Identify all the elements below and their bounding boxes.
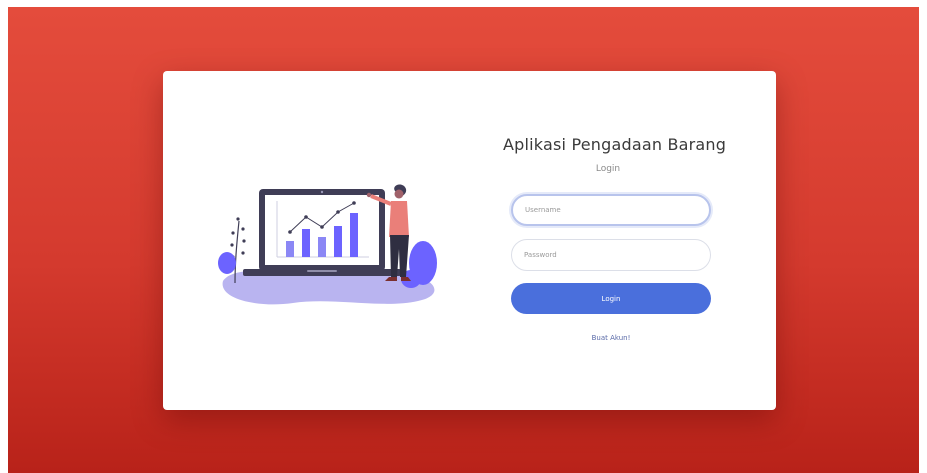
create-account-link[interactable]: Buat Akun! — [503, 334, 719, 342]
presentation-chart-icon — [218, 184, 437, 305]
login-card: Aplikasi Pengadaan Barang Login Login Bu… — [163, 71, 776, 410]
password-input[interactable] — [511, 239, 711, 271]
app-title: Aplikasi Pengadaan Barang — [503, 135, 727, 154]
login-subtitle: Login — [595, 164, 621, 174]
username-input[interactable] — [511, 194, 711, 226]
login-button[interactable]: Login — [511, 283, 711, 314]
